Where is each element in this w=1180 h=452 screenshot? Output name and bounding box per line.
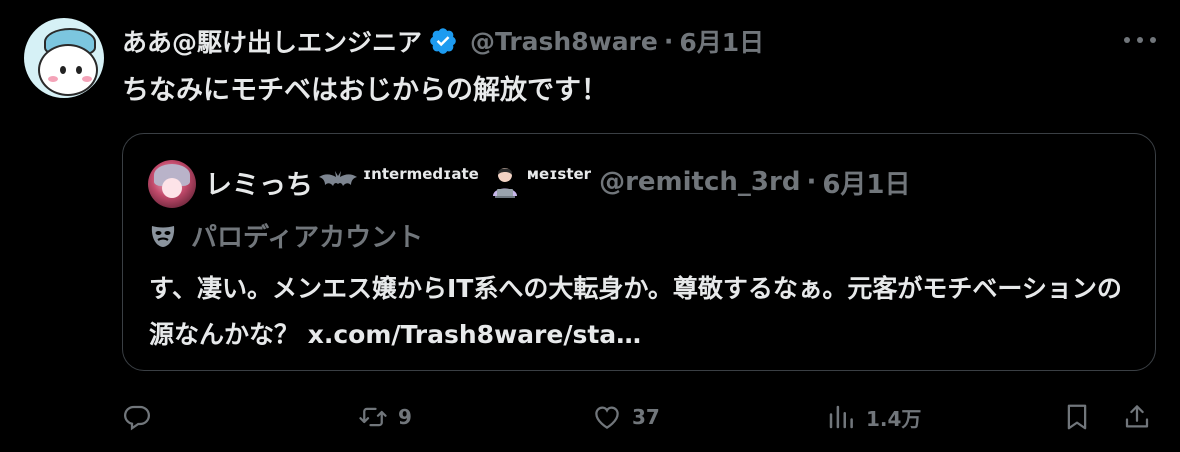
quoted-display-name[interactable]: レミっち — [205, 163, 313, 202]
quoted-tweet-text: す、凄い。メンエス嬢からIT系への大転身か。尊敬するなぁ。元客がモチベーションの… — [149, 274, 1122, 349]
tweet-date[interactable]: 6月1日 — [679, 23, 764, 59]
avatar-eye-right — [76, 66, 82, 74]
parody-account-label: パロディアカウント — [191, 223, 424, 253]
repost-icon — [359, 407, 387, 427]
quoted-badge-2: мeɪster — [526, 165, 592, 183]
verified-badge-icon[interactable] — [428, 26, 458, 56]
laptop-person-icon — [492, 168, 517, 198]
header-separator: · — [663, 26, 674, 56]
parody-label-row: パロディアカウント — [149, 217, 423, 254]
like-count: 37 — [632, 405, 660, 429]
mask-icon — [151, 225, 175, 247]
quoted-avatar-face — [162, 178, 182, 198]
tweet-header: ああ@駆け出しエンジニア @Trash8ware · 6月1日 — [122, 22, 764, 60]
like-icon — [595, 406, 619, 429]
quoted-handle[interactable]: @remitch_3rd — [599, 167, 800, 197]
quoted-header: レミっち ɪntermedɪate мeɪster @remitch_3rd ·… — [205, 162, 911, 202]
reply-icon — [123, 405, 151, 431]
quoted-tweet[interactable]: レミっち ɪntermedɪate мeɪster @remitch_3rd ·… — [122, 133, 1156, 371]
avatar-blush-left — [48, 76, 58, 82]
view-count: 1.4万 — [866, 406, 922, 431]
tweet-actions: 9 37 1.4万 — [0, 398, 1180, 438]
avatar-eye-left — [60, 66, 66, 74]
author-handle[interactable]: @Trash8ware — [470, 27, 658, 56]
views-button[interactable]: 1.4万 — [826, 398, 921, 436]
reply-button[interactable] — [122, 398, 162, 436]
share-button[interactable] — [1122, 398, 1152, 436]
avatar-blush-right — [82, 76, 92, 82]
author-display-name[interactable]: ああ@駆け出しエンジニア — [122, 23, 422, 59]
bookmark-icon — [1067, 404, 1087, 430]
tweet-text: ちなみにモチベはおじからの解放です！ — [122, 75, 608, 106]
quoted-author-avatar[interactable] — [148, 160, 196, 208]
more-icon[interactable] — [1120, 26, 1160, 54]
repost-button[interactable]: 9 — [358, 398, 412, 436]
bat-icon — [319, 171, 357, 186]
views-icon — [829, 405, 853, 429]
like-button[interactable]: 37 — [592, 398, 660, 436]
repost-count: 9 — [398, 405, 412, 429]
share-icon — [1125, 405, 1149, 428]
bookmark-button[interactable] — [1062, 398, 1092, 436]
author-avatar[interactable] — [24, 18, 104, 98]
avatar-face — [38, 44, 98, 96]
quoted-badge-1: ɪntermedɪate — [363, 165, 479, 183]
quoted-separator: · — [806, 167, 817, 197]
quoted-date[interactable]: 6月1日 — [822, 164, 910, 201]
